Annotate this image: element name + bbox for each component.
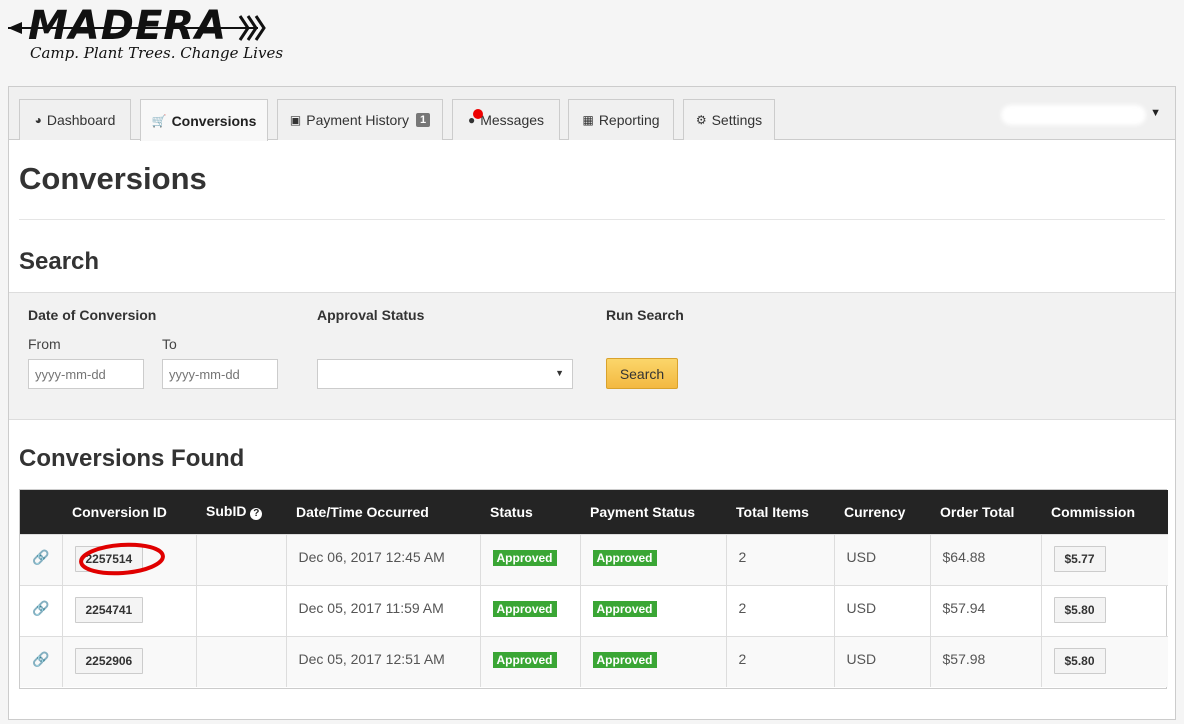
- date-label: Date of Conversion: [28, 307, 157, 323]
- col-commission: Commission: [1051, 503, 1136, 520]
- divider: [19, 219, 1165, 220]
- col-payment-status: Payment Status: [590, 503, 696, 520]
- commission-button[interactable]: $5.80: [1053, 647, 1106, 674]
- help-icon[interactable]: ?: [250, 508, 263, 521]
- to-date-input[interactable]: [162, 359, 278, 389]
- chevron-down-icon: ▼: [1150, 107, 1161, 119]
- conversion-id-button[interactable]: 2252906: [74, 647, 144, 674]
- subid-cell: [195, 533, 286, 585]
- tab-payment-history[interactable]: ▣ Payment History 1: [277, 99, 443, 140]
- from-date-input[interactable]: [28, 359, 144, 389]
- search-button[interactable]: Search: [606, 358, 678, 389]
- redacted-username: [1001, 105, 1146, 125]
- nav-bar: ◕ Dashboard 🛒 Conversions ▣ Payment Hist…: [9, 87, 1175, 141]
- link-icon[interactable]: 🔗: [32, 600, 49, 616]
- currency-cell: USD: [833, 635, 930, 687]
- commission-button[interactable]: $5.77: [1053, 545, 1106, 572]
- status-badge: Approved: [492, 651, 557, 668]
- results-heading: Conversions Found: [19, 445, 245, 472]
- tab-messages[interactable]: ● Messages: [452, 99, 560, 140]
- from-label: From: [28, 336, 61, 352]
- notification-badge: 1: [415, 113, 431, 127]
- search-heading: Search: [19, 248, 100, 275]
- items-cell: 2: [725, 533, 834, 585]
- run-search-label: Run Search: [606, 307, 684, 323]
- payment-status-badge: Approved: [592, 651, 657, 668]
- table-row: 🔗 2257514 Dec 06, 2017 12:45 AM Approved…: [20, 533, 1168, 585]
- tab-conversions[interactable]: 🛒 Conversions: [140, 99, 268, 141]
- link-icon[interactable]: 🔗: [32, 651, 49, 667]
- search-form: Date of Conversion From To Approval Stat…: [9, 292, 1175, 420]
- col-subid-label: SubID: [206, 503, 247, 520]
- date-cell: Dec 06, 2017 12:45 AM: [285, 533, 480, 585]
- dashboard-icon: ◕: [34, 113, 42, 127]
- link-icon[interactable]: 🔗: [32, 549, 49, 565]
- tab-label: Reporting: [598, 112, 660, 128]
- payment-status-badge: Approved: [592, 600, 657, 617]
- tab-dashboard[interactable]: ◕ Dashboard: [19, 99, 131, 140]
- order-total-cell: $57.98: [929, 635, 1041, 687]
- brand-name: MADERA: [28, 3, 228, 49]
- tab-reporting[interactable]: ▦ Reporting: [568, 99, 674, 140]
- money-icon: ▣: [289, 113, 302, 127]
- approval-status-select[interactable]: ▼: [317, 359, 573, 389]
- tab-label: Dashboard: [46, 112, 116, 128]
- tab-label: Messages: [480, 112, 545, 128]
- subid-cell: [195, 635, 286, 687]
- tab-label: Settings: [711, 112, 763, 128]
- conversion-id-button[interactable]: 2257514: [74, 545, 144, 572]
- currency-cell: USD: [833, 533, 930, 585]
- status-badge: Approved: [492, 600, 557, 617]
- tab-label: Payment History: [306, 112, 409, 128]
- page-title: Conversions: [19, 161, 207, 196]
- conversions-table: Conversion ID SubID ? Date/Time Occurred…: [19, 489, 1168, 689]
- user-menu[interactable]: ▼: [1001, 105, 1161, 127]
- chevron-down-icon: ▼: [555, 368, 564, 378]
- status-badge: Approved: [492, 549, 557, 566]
- tab-settings[interactable]: ⚙ Settings: [683, 99, 775, 140]
- brand-logo[interactable]: MADERA Camp. Plant Trees. Change Lives: [8, 3, 283, 68]
- items-cell: 2: [725, 635, 834, 687]
- col-subid: SubID ?: [196, 490, 286, 534]
- col-currency: Currency: [844, 503, 906, 520]
- notification-dot: [473, 109, 483, 119]
- conversion-id-button[interactable]: 2254741: [74, 596, 144, 623]
- subid-cell: [195, 584, 286, 636]
- items-cell: 2: [725, 584, 834, 636]
- currency-cell: USD: [833, 584, 930, 636]
- tab-label: Conversions: [171, 112, 257, 129]
- order-total-cell: $57.94: [929, 584, 1041, 636]
- brand-tagline: Camp. Plant Trees. Change Lives: [30, 44, 284, 62]
- date-cell: Dec 05, 2017 12:51 AM: [285, 635, 480, 687]
- chart-icon: ▦: [582, 113, 594, 127]
- order-total-cell: $64.88: [929, 533, 1041, 585]
- col-total-items: Total Items: [736, 503, 809, 520]
- commission-button[interactable]: $5.80: [1053, 596, 1106, 623]
- col-date: Date/Time Occurred: [296, 503, 429, 520]
- date-cell: Dec 05, 2017 11:59 AM: [285, 584, 480, 636]
- table-row: 🔗 2252906 Dec 05, 2017 12:51 AM Approved…: [20, 635, 1168, 687]
- cart-icon: 🛒: [151, 113, 167, 128]
- col-status: Status: [490, 503, 533, 520]
- table-header: Conversion ID SubID ? Date/Time Occurred…: [20, 490, 1168, 534]
- main-panel: ◕ Dashboard 🛒 Conversions ▣ Payment Hist…: [8, 86, 1176, 720]
- gear-icon: ⚙: [695, 113, 707, 127]
- payment-status-badge: Approved: [592, 549, 657, 566]
- col-conversion-id: Conversion ID: [72, 503, 167, 520]
- col-order-total: Order Total: [940, 503, 1015, 520]
- table-row: 🔗 2254741 Dec 05, 2017 11:59 AM Approved…: [20, 584, 1168, 636]
- approval-label: Approval Status: [317, 307, 425, 323]
- col-link: [20, 490, 62, 534]
- to-label: To: [162, 336, 177, 352]
